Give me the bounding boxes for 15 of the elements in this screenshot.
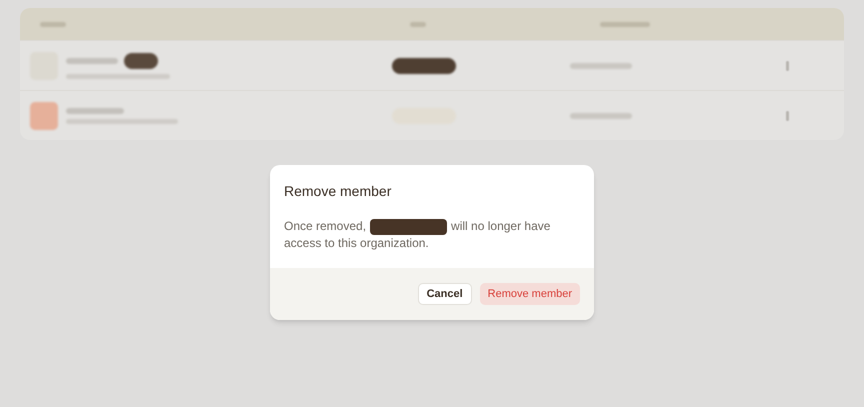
dialog-title: Remove member [284,182,392,201]
blurred-text [570,112,632,118]
blurred-text [66,58,118,64]
badge-shape [124,52,158,68]
blurred-text [600,22,650,26]
message-text: access to this organization. [284,235,429,252]
blurred-text [570,62,632,68]
cancel-button[interactable]: Cancel [418,283,472,305]
message-text: will no longer have [451,218,550,235]
blurred-text [66,108,124,114]
blurred-text [410,22,426,26]
avatar-icon [30,102,58,130]
message-text: Once removed, [284,218,366,235]
role-badge-shape [392,58,456,74]
blurred-text [40,22,66,26]
